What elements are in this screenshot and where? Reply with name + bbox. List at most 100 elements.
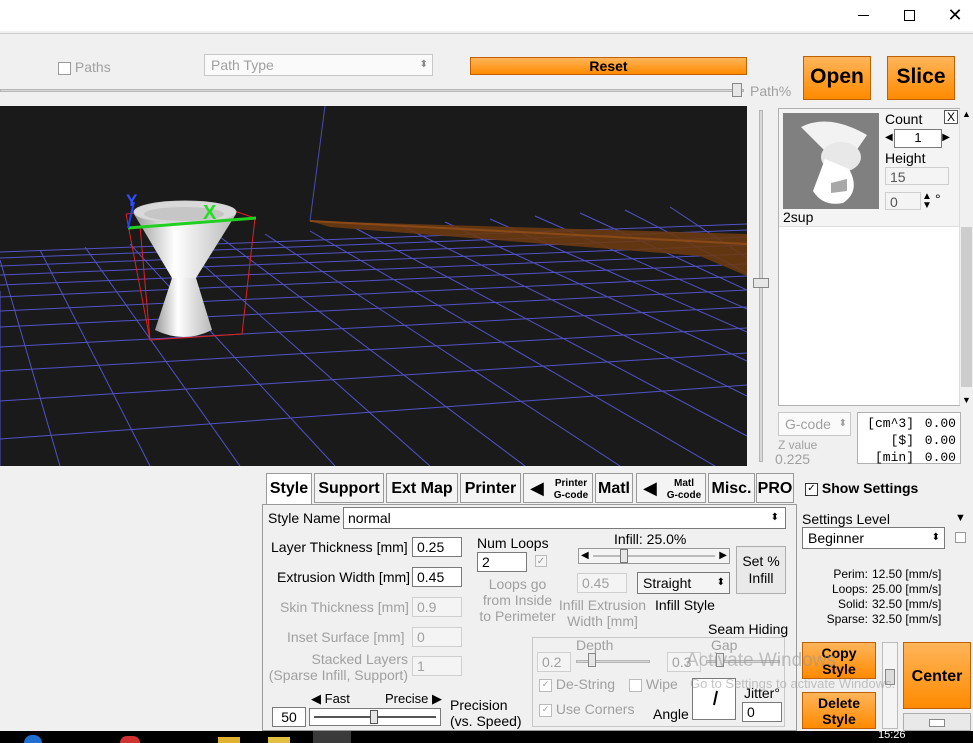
infill-style-label: Infill Style [655,597,715,613]
3d-viewport[interactable]: Y X [0,106,747,466]
use-corners-checkbox[interactable]: ✓ Use Corners [539,701,634,717]
scroll-up-icon[interactable]: ▲ [960,109,973,119]
path-slider-track[interactable] [0,89,744,92]
tab-pro[interactable]: PRO [756,473,794,503]
height-input[interactable]: 15 [885,167,949,185]
speed-perim: Perim: 12.50 [mm/s] [833,567,942,581]
loops-inside-checkbox[interactable]: ✓ [535,555,547,567]
path-type-select[interactable]: Path Type ⬍ [204,54,433,76]
set-infill-button[interactable]: Set % Infill [736,546,786,594]
center-extra-button[interactable] [903,713,971,731]
close-window-button[interactable]: ✕ [932,0,973,31]
rotation-input[interactable]: 0 [885,192,921,210]
skin-thickness-input[interactable]: 0.9 [412,597,462,617]
jitter-input[interactable]: 0 [742,702,782,722]
use-corners-check-icon[interactable]: ✓ [539,703,552,717]
delete-style-button[interactable]: Delete Style [802,692,876,729]
precision-slider[interactable] [309,708,441,726]
settings-menu-icon[interactable]: ▼ [955,512,966,524]
extrusion-width-input[interactable]: 0.45 [412,567,462,587]
maximize-button[interactable] [886,0,932,31]
minimize-icon [857,15,869,16]
rotation-spinner-icon[interactable]: ▲ ▼ [922,192,932,211]
gcode-select[interactable]: G-code ⬍ [778,412,851,436]
count-spinner[interactable]: ◀ 1 ▶ [885,129,951,148]
top-toolbar: Paths Path Type ⬍ Reset Open Slice Path% [0,33,973,106]
center-extra-icon [929,719,945,727]
tab-printer-gcode[interactable]: ◀ Printer G-code [523,473,593,503]
style-name-select[interactable]: normal ⬍ [343,507,786,529]
tab-matl-gcode[interactable]: ◀ Matl G-code [636,473,706,503]
stacked-layers-label: Stacked Layers (Sparse Infill, Support) [268,651,408,683]
taskbar-app-icon[interactable] [268,737,290,743]
taskbar-app-icon[interactable] [313,731,351,743]
depth-label: Depth [576,637,614,653]
left-arrow-icon[interactable]: ◀ [581,550,589,561]
precise-label: Precise ▶ [385,691,442,706]
infill-extrusion-input[interactable]: 0.45 [577,573,627,593]
inset-surface-input[interactable]: 0 [412,627,462,647]
show-settings-check-icon[interactable]: ✓ [805,482,818,496]
scroll-down-icon[interactable]: ▼ [960,395,973,405]
print-stats: [cm^3] 0.00 [$] 0.00 [min] 0.00 [857,412,961,465]
layer-thickness-input[interactable]: 0.25 [412,537,462,557]
taskbar-app-icon[interactable] [24,735,42,743]
scroll-thumb[interactable] [961,227,972,387]
wipe-checkbox[interactable]: Wipe [629,676,678,692]
slice-button[interactable]: Slice [887,56,955,100]
stat-time: [min] 0.00 [874,450,956,465]
decrement-icon[interactable]: ◀ [885,129,894,146]
num-loops-input[interactable]: 2 [477,552,527,572]
depth-slider-thumb[interactable] [588,653,596,667]
model-list-scrollbar[interactable]: ▲ ▼ [959,109,973,405]
activation-watermark-text: Go to Settings to activate Windows. [690,676,896,691]
precision-input[interactable]: 50 [272,707,306,727]
right-arrow-icon[interactable]: ▶ [719,550,727,561]
show-settings-checkbox[interactable]: ✓ Show Settings [805,480,918,496]
build-plate-edge [310,221,747,276]
reset-button[interactable]: Reset [470,57,747,75]
fast-label: ◀ Fast [311,691,350,706]
increment-icon[interactable]: ▶ [942,129,951,146]
activation-watermark-title: Activate Windows [686,650,836,671]
path-slider-thumb[interactable] [732,83,742,97]
updown-arrow-icon: ⬍ [716,577,725,588]
tab-matl[interactable]: Matl [595,473,633,503]
tab-support[interactable]: Support [314,473,384,503]
tab-printer-gcode-label: Printer G-code [553,478,589,501]
minimize-button[interactable] [840,0,886,31]
open-button[interactable]: Open [803,56,871,100]
stacked-layers-input[interactable]: 1 [412,656,462,676]
tab-printer[interactable]: Printer [460,473,521,503]
model-list-item[interactable]: Count X ◀ 1 ▶ Height 15 0 ▲ ▼ ° 2sup [779,109,959,227]
taskbar-app-icon[interactable] [120,736,140,743]
infill-slider[interactable]: ◀ ▶ [578,548,730,564]
taskbar: 15:26 [0,729,973,743]
precision-slider-thumb[interactable] [370,710,378,724]
depth-input[interactable]: 0.2 [537,652,571,672]
tab-style[interactable]: Style [266,473,312,505]
paths-checkbox[interactable]: Paths [58,59,111,75]
settings-level-label: Settings Level [802,511,890,527]
num-loops-label: Num Loops [477,535,549,551]
remove-model-button[interactable]: X [944,110,958,124]
tab-misc[interactable]: Misc. [708,473,755,503]
path-type-value: Path Type [211,57,274,73]
z-value-label: Z value [778,438,818,452]
infill-style-select[interactable]: Straight ⬍ [637,572,730,594]
settings-extra-checkbox[interactable] [955,532,966,543]
layer-slider-thumb[interactable] [753,278,769,288]
count-input[interactable]: 1 [893,129,943,148]
stat-cost: [$] 0.00 [890,433,956,448]
layer-thickness-label: Layer Thickness [mm] [271,539,408,555]
wipe-check-box[interactable] [629,678,642,692]
layer-slider[interactable] [752,106,770,466]
paths-checkbox-box[interactable] [58,61,71,75]
infill-slider-thumb[interactable] [619,549,628,563]
maximize-icon [903,10,915,21]
settings-level-select[interactable]: Beginner ⬍ [802,527,945,549]
taskbar-app-icon[interactable] [218,737,240,743]
tab-ext-map[interactable]: Ext Map [386,473,458,503]
destring-checkbox[interactable]: ✓ De-String [539,676,615,692]
destring-check-icon[interactable]: ✓ [539,678,552,692]
